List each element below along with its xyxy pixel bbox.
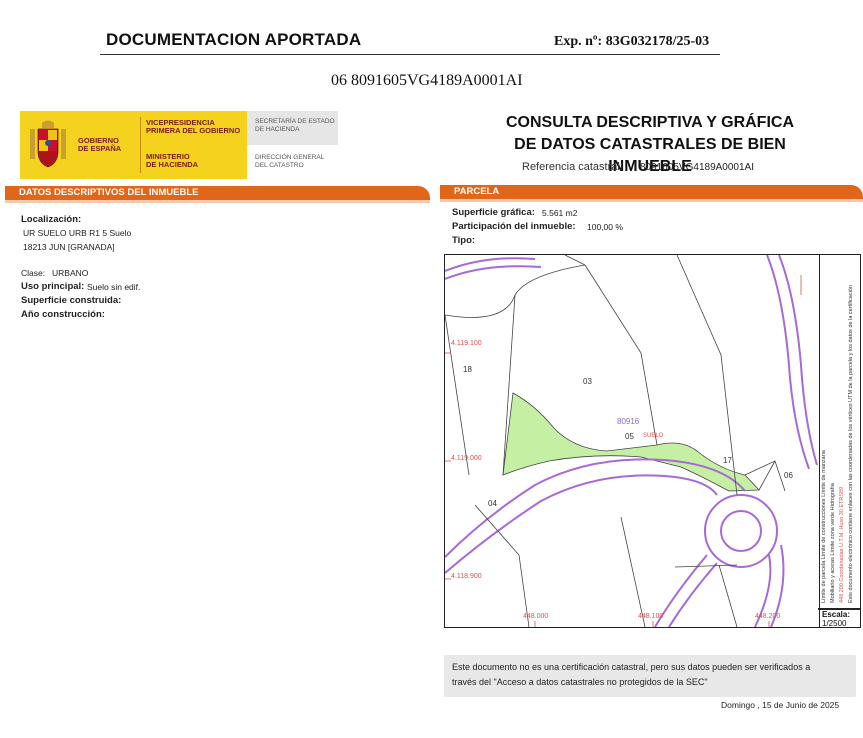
- superficie-grafica-value: 5.561 m2: [542, 208, 578, 218]
- direccion-text: DIRECCIÓN GENERAL DEL CATASTRO: [255, 154, 325, 169]
- parcel-ref-label: 80916: [617, 417, 640, 426]
- participacion-label: Participación del inmueble:: [452, 221, 576, 232]
- top-reference: 06 8091605VG4189A0001AI: [331, 72, 523, 89]
- superficie-construida-label: Superficie construida:: [21, 295, 122, 306]
- ref-catastral-value: 8091605VG4189A0001AI: [640, 162, 754, 173]
- parcel-label-04: 04: [488, 499, 497, 508]
- clase-value: URBANO: [52, 268, 89, 278]
- parcel-boundaries: [445, 255, 786, 627]
- localizacion-line2: 18213 JUN [GRANADA]: [23, 242, 115, 252]
- legend-line4: Este documento electrónico contiene enla…: [848, 285, 854, 603]
- header-divider: [100, 54, 720, 55]
- secretaria-text: SECRETARÍA DE ESTADO DE HACIENDA: [255, 118, 335, 133]
- parcel-label-17: 17: [723, 456, 732, 465]
- superficie-grafica-label: Superficie gráfica:: [452, 207, 535, 218]
- clase-label: Clase:: [21, 268, 46, 278]
- legend-line1: Límite de parcela Límite de construccion…: [821, 450, 827, 603]
- gobierno-text: GOBIERNO DE ESPAÑA: [78, 136, 122, 153]
- notice-line1: Este documento no es una certificación c…: [452, 662, 811, 672]
- parcela-bar: PARCELA: [440, 185, 863, 199]
- uso-label: Uso principal:: [21, 281, 85, 292]
- y-coord-1: 4.119.100: [451, 340, 482, 347]
- parcel-label-03: 03: [583, 377, 592, 386]
- map-legend: Límite de parcela Límite de construccion…: [818, 254, 861, 610]
- government-logo: GOBIERNO DE ESPAÑA VICEPRESIDENCIA PRIME…: [20, 111, 247, 179]
- localizacion-line1: UR SUELO URB R1 5 Suelo: [23, 228, 132, 238]
- consulta-title-line1: CONSULTA DESCRIPTIVA Y GRÁFICA: [505, 114, 794, 131]
- legend-line2: Mobiliario y aceras Límite zona verde Hi…: [830, 483, 836, 603]
- footer-date: Domingo , 15 de Junio de 2025: [721, 700, 840, 710]
- expediente-number: Exp. nº: 83G032178/25-03: [554, 34, 710, 49]
- ministerio-text: MINISTERIO DE HACIENDA: [146, 152, 199, 169]
- legend-line3: 448.200 Coordenadas U.T.M. Huso 30 ETRS8…: [839, 486, 845, 603]
- logo-separator: [140, 117, 141, 173]
- parcel-label-05: 05: [625, 432, 634, 441]
- participacion-value: 100,00 %: [587, 222, 623, 232]
- vicepresidencia-text: VICEPRESIDENCIA PRIMERA DEL GOBIERNO: [146, 118, 241, 135]
- x-coord-1: 448.000: [523, 613, 549, 620]
- y-coord-3: 4.118.900: [451, 573, 482, 580]
- cadastral-map[interactable]: 4.119.100 4.119.000 4.118.900 448.000 44…: [444, 254, 820, 628]
- document-title: DOCUMENTACION APORTADA: [106, 30, 362, 49]
- uso-value: Suelo sin edif.: [87, 282, 141, 292]
- parcela-title: PARCELA: [454, 186, 500, 197]
- descriptive-data-title: DATOS DESCRIPTIVOS DEL INMUEBLE: [19, 187, 199, 198]
- ano-construccion-label: Año construcción:: [21, 309, 105, 320]
- ref-catastral-label: Referencia catastral:: [522, 161, 623, 173]
- parcel-label-06: 06: [784, 471, 793, 480]
- parcel-sub-label: SUELO: [643, 433, 664, 439]
- x-coord-2: 448.100: [638, 613, 664, 620]
- descriptive-data-bar: DATOS DESCRIPTIVOS DEL INMUEBLE: [5, 186, 430, 200]
- localizacion-label: Localización:: [21, 214, 82, 225]
- parcela-bar-shadow: [440, 199, 863, 202]
- descriptive-bar-shadow: [5, 200, 430, 203]
- parcel-label-18: 18: [463, 365, 472, 374]
- map-svg: [445, 255, 818, 627]
- tipo-label: Tipo:: [452, 235, 476, 246]
- notice-line2: través del "Acceso a datos catastrales n…: [452, 677, 708, 687]
- coat-of-arms-icon: [30, 120, 66, 168]
- scale-value: 1/2500: [822, 619, 847, 628]
- y-coord-2: 4.119.000: [451, 455, 482, 462]
- notice-text: Este documento no es una certificación c…: [452, 660, 852, 690]
- scale-label: Escala:: [822, 610, 851, 619]
- road-lines: [445, 255, 818, 627]
- x-coord-3: 448.200: [755, 613, 781, 620]
